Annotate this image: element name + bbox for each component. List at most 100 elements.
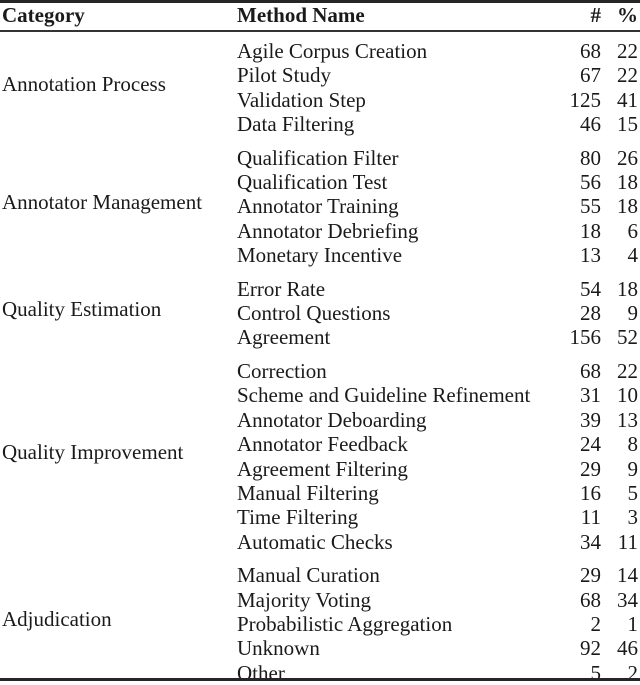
method-name-cell: Annotator Feedback: [237, 432, 408, 457]
table-top-rule: [0, 0, 640, 3]
column-header-category: Category: [0, 0, 237, 32]
percent-cell: 6: [627, 218, 639, 243]
count-cell: 2: [590, 611, 602, 636]
count-cell: 54: [580, 276, 601, 301]
method-name-cell: Annotator Training: [237, 194, 399, 219]
percent-cell: 2: [627, 660, 639, 685]
count-cell: 34: [580, 529, 601, 554]
category-cell: Annotation Process: [0, 31, 237, 137]
count-cell: 13: [580, 243, 601, 268]
count-cell: 125: [569, 87, 602, 112]
count-cell: 29: [580, 456, 601, 481]
table-row: Quality Improvement Correction 68 22: [0, 350, 640, 464]
count-cell: 156: [569, 325, 602, 350]
method-name-cell: Monetary Incentive: [237, 243, 403, 268]
percent-cell: 22: [617, 39, 638, 63]
method-name-cell: Qualification Filter: [237, 145, 399, 170]
method-name-cell: Agreement Filtering: [237, 456, 408, 481]
count-cell: 92: [580, 636, 601, 661]
count-cell: 46: [580, 112, 601, 137]
table-container: Category Method Name # % Annotation Proc…: [0, 0, 640, 685]
table-row: Annotator Management Qualification Filter…: [0, 137, 640, 214]
method-name-cell: Correction: [237, 358, 327, 383]
count-cell: 5: [590, 660, 602, 685]
percent-cell: 9: [627, 301, 639, 326]
count-cell: 55: [580, 194, 601, 219]
method-name-cell: Manual Curation: [237, 563, 380, 588]
percent-cell: 3: [627, 505, 639, 530]
percent-cell: 18: [617, 276, 638, 301]
count-cell: 16: [580, 480, 601, 505]
method-name-cell: Time Filtering: [237, 505, 359, 530]
count-cell: 18: [580, 218, 601, 243]
method-name-cell: Agreement: [237, 325, 331, 350]
count-cell: 29: [580, 563, 601, 588]
method-name-cell: Pilot Study: [237, 63, 331, 88]
category-label: Annotator Management: [2, 189, 203, 214]
percent-cell: 8: [627, 432, 639, 457]
percent-cell: 52: [617, 325, 638, 350]
category-label: Quality Estimation: [2, 296, 162, 321]
percent-cell: 22: [617, 63, 638, 88]
method-name-cell: Manual Filtering: [237, 480, 379, 505]
count-cell: 31: [580, 383, 601, 408]
percent-cell: 18: [617, 170, 638, 195]
percent-cell: 46: [617, 636, 638, 661]
method-name-cell: Data Filtering: [237, 112, 355, 137]
column-header-count: #: [555, 0, 605, 32]
percent-cell: 41: [617, 87, 638, 112]
method-name-cell: Other: [237, 660, 285, 685]
percent-cell: 11: [617, 529, 638, 554]
percent-cell: 13: [617, 407, 638, 432]
count-cell: 11: [580, 505, 601, 530]
category-label: Adjudication: [2, 607, 112, 632]
table-row: Quality Estimation Error Rate 54 18: [0, 268, 640, 321]
method-name-cell: Automatic Checks: [237, 529, 393, 554]
category-cell: Annotator Management: [0, 137, 237, 268]
method-name-cell: Majority Voting: [237, 587, 371, 612]
percent-cell: 10: [617, 383, 638, 408]
percent-cell: 5: [627, 480, 639, 505]
percent-cell: 1: [627, 611, 639, 636]
percent-cell: 22: [617, 358, 638, 383]
count-cell: 56: [580, 170, 601, 195]
method-name-cell: Error Rate: [237, 276, 326, 301]
category-cell: Quality Improvement: [0, 350, 237, 554]
count-cell: 67: [580, 63, 601, 88]
percent-cell: 18: [617, 194, 638, 219]
table-body: Annotation Process Agile Corpus Creation 6…: [0, 31, 640, 685]
category-label: Annotation Process: [2, 72, 166, 97]
percent-cell: 34: [617, 587, 638, 612]
count-cell: 39: [580, 407, 601, 432]
method-name-cell: Agile Corpus Creation: [237, 39, 428, 63]
table-bottom-rule: [0, 678, 640, 681]
category-cell: Quality Estimation: [0, 268, 237, 350]
percent-cell: 14: [617, 563, 638, 588]
table-row: Adjudication Manual Curation 29 14: [0, 554, 640, 631]
percent-cell: 4: [627, 243, 639, 268]
count-cell: 24: [580, 432, 601, 457]
method-name-cell: Annotator Deboarding: [237, 407, 427, 432]
column-header-percent: %: [605, 0, 640, 32]
method-name-cell: Validation Step: [237, 87, 366, 112]
table-header: Category Method Name # %: [0, 0, 640, 32]
count-cell: 68: [580, 39, 601, 63]
category-label: Quality Improvement: [2, 439, 184, 464]
method-name-cell: Control Questions: [237, 301, 391, 326]
annotation-methods-table: Category Method Name # % Annotation Proc…: [0, 0, 640, 685]
method-name-cell: Qualification Test: [237, 170, 388, 195]
method-name-cell: Unknown: [237, 636, 320, 661]
percent-cell: 9: [627, 456, 639, 481]
percent-cell: 15: [617, 112, 638, 137]
count-cell: 80: [580, 145, 601, 170]
count-cell: 68: [580, 587, 601, 612]
header-row: Category Method Name # %: [0, 0, 640, 32]
method-name-cell: Scheme and Guideline Refinement: [237, 383, 531, 408]
category-cell: Adjudication: [0, 554, 237, 685]
method-name-cell: Probabilistic Aggregation: [237, 611, 453, 636]
column-header-method: Method Name: [237, 0, 555, 32]
count-cell: 68: [580, 358, 601, 383]
method-name-cell: Annotator Debriefing: [237, 218, 419, 243]
percent-cell: 26: [617, 145, 638, 170]
count-cell: 28: [580, 301, 601, 326]
